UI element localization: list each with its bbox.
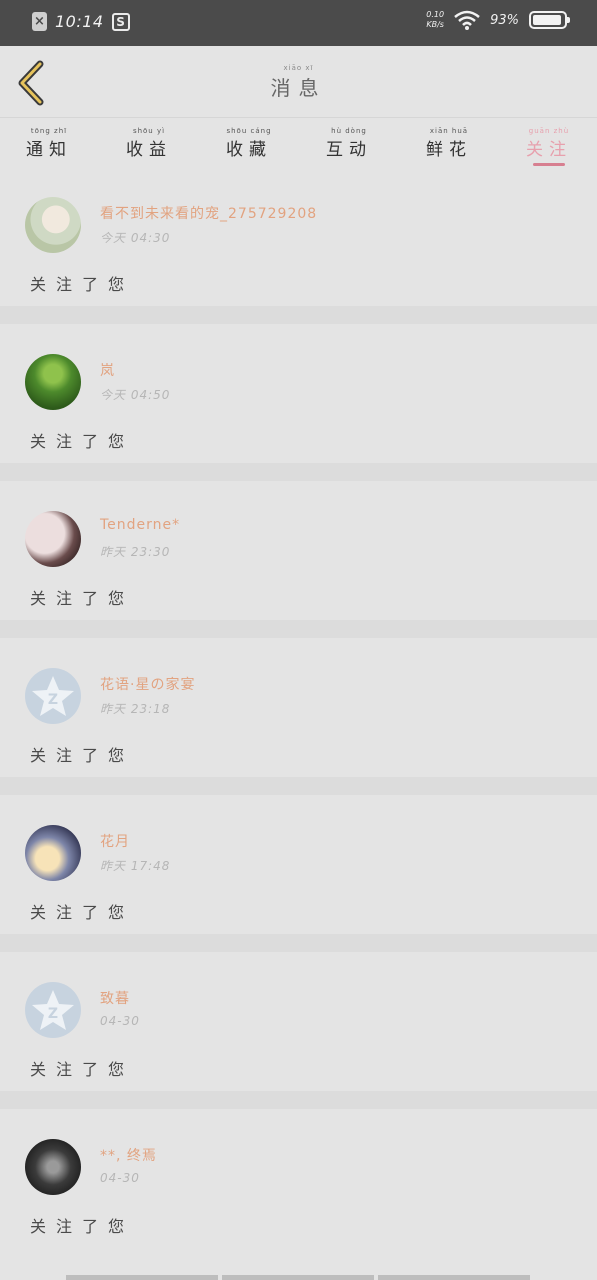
svg-text:Z: Z: [48, 692, 58, 708]
message-time: 昨天 23:18: [100, 702, 171, 716]
battery-percent: 93%: [490, 12, 519, 28]
message-time: 昨天 17:48: [100, 859, 171, 873]
user-name[interactable]: 花月: [100, 831, 130, 851]
wifi-icon: [454, 10, 480, 30]
message-time: 今天 04:30: [100, 231, 171, 245]
avatar[interactable]: [25, 511, 81, 567]
tab-earnings[interactable]: shōu yì 收益: [114, 127, 184, 160]
tab-favorites[interactable]: shōu cáng 收藏: [214, 127, 284, 160]
user-name[interactable]: 花语·星の家宴: [100, 674, 195, 694]
avatar[interactable]: [25, 197, 81, 253]
avatar[interactable]: [25, 825, 81, 881]
tab-interactions[interactable]: hù dòng 互动: [314, 127, 384, 160]
user-name[interactable]: 岚: [100, 360, 115, 380]
user-name[interactable]: Tenderne*: [100, 517, 180, 533]
tab-notifications[interactable]: tōng zhī 通知: [14, 127, 84, 160]
list-item[interactable]: Z 致暮 04-30 关注了您: [0, 952, 597, 1109]
svg-text:Z: Z: [48, 1006, 58, 1022]
battery-icon: [529, 11, 570, 29]
header: xiāo xī 消息: [0, 46, 597, 118]
message-time: 04-30: [100, 1171, 140, 1185]
user-name[interactable]: 看不到未来看的宠_275729208: [100, 203, 317, 223]
avatar[interactable]: [25, 1139, 81, 1195]
avatar[interactable]: [25, 354, 81, 410]
message-text: 关注了您: [30, 903, 135, 922]
status-bar: × 10:14 S 0.10 KB/s 93%: [0, 0, 597, 46]
message-time: 今天 04:50: [100, 388, 171, 402]
message-text: 关注了您: [30, 746, 135, 765]
list-item[interactable]: 岚 今天 04:50 关注了您: [0, 324, 597, 481]
notification-x-icon: ×: [32, 12, 47, 31]
list-item[interactable]: Z 花语·星の家宴 昨天 23:18 关注了您: [0, 638, 597, 795]
user-name[interactable]: 致暮: [100, 988, 130, 1008]
message-text: 关注了您: [30, 589, 135, 608]
message-text: 关注了您: [30, 275, 135, 294]
status-time: 10:14: [55, 12, 104, 31]
network-speed: 0.10 KB/s: [426, 10, 445, 29]
message-text: 关注了您: [30, 1217, 135, 1236]
list-item[interactable]: 花月 昨天 17:48 关注了您: [0, 795, 597, 952]
user-name[interactable]: **, 终焉: [100, 1145, 157, 1165]
message-list: 看不到未来看的宠_275729208 今天 04:30 关注了您 岚 今天 04…: [0, 167, 597, 1266]
avatar[interactable]: Z: [25, 668, 81, 724]
list-item[interactable]: 看不到未来看的宠_275729208 今天 04:30 关注了您: [0, 167, 597, 324]
list-item[interactable]: **, 终焉 04-30 关注了您: [0, 1109, 597, 1266]
active-tab-indicator: [533, 163, 565, 166]
tab-following[interactable]: guān zhù 关注: [514, 127, 584, 166]
list-item[interactable]: Tenderne* 昨天 23:30 关注了您: [0, 481, 597, 638]
tab-bar: tōng zhī 通知 shōu yì 收益 shōu cáng 收藏 hù d…: [0, 119, 597, 167]
message-text: 关注了您: [30, 1060, 135, 1079]
tab-flowers[interactable]: xiān huā 鲜花: [414, 127, 484, 160]
default-avatar-star-icon: Z: [32, 990, 74, 1030]
message-time: 04-30: [100, 1014, 140, 1028]
message-time: 昨天 23:30: [100, 545, 171, 559]
avatar[interactable]: Z: [25, 982, 81, 1038]
bottom-scroll-indicator: [66, 1275, 530, 1280]
page-title: xiāo xī 消息: [270, 64, 327, 100]
default-avatar-star-icon: Z: [32, 676, 74, 716]
message-text: 关注了您: [30, 432, 135, 451]
s-app-icon: S: [111, 12, 130, 31]
